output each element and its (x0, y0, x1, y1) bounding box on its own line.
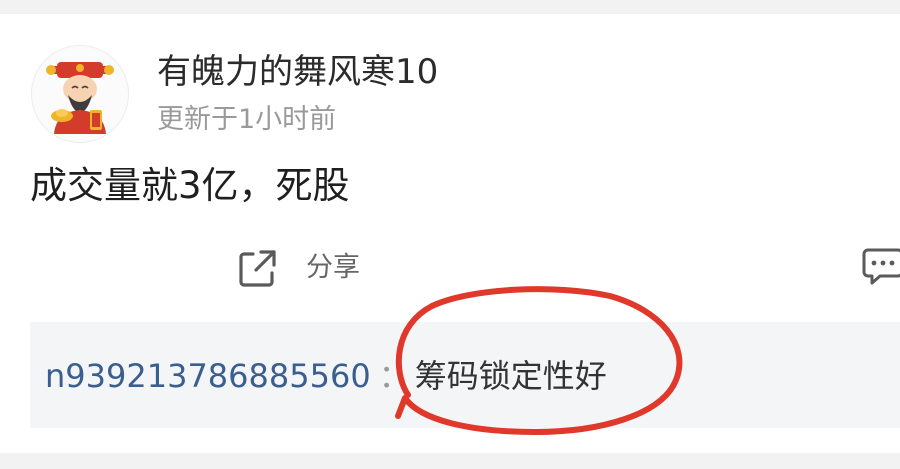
post-content[interactable]: 成交量就3亿，死股 (30, 162, 350, 210)
share-button[interactable]: 分享 (236, 246, 360, 290)
post-timestamp: 更新于1小时前 (157, 104, 337, 135)
comment-icon (862, 248, 900, 285)
comment-preview[interactable]: n939213786885560：筹码锁定性好 (30, 322, 900, 428)
comment-button[interactable] (860, 244, 900, 290)
author-name[interactable]: 有魄力的舞风寒10 (157, 50, 438, 94)
comment-username[interactable]: n939213786885560 (45, 357, 371, 395)
caishen-avatar-icon (46, 62, 114, 134)
comment-separator: ： (378, 357, 411, 395)
comment-line: n939213786885560：筹码锁定性好 (45, 356, 607, 396)
avatar[interactable] (31, 45, 129, 143)
share-label: 分享 (306, 252, 360, 283)
share-icon (239, 250, 276, 287)
post-card: 有魄力的舞风寒10 更新于1小时前 成交量就3亿，死股 分享 n93921378… (0, 14, 900, 453)
comment-text: 筹码锁定性好 (414, 357, 607, 395)
